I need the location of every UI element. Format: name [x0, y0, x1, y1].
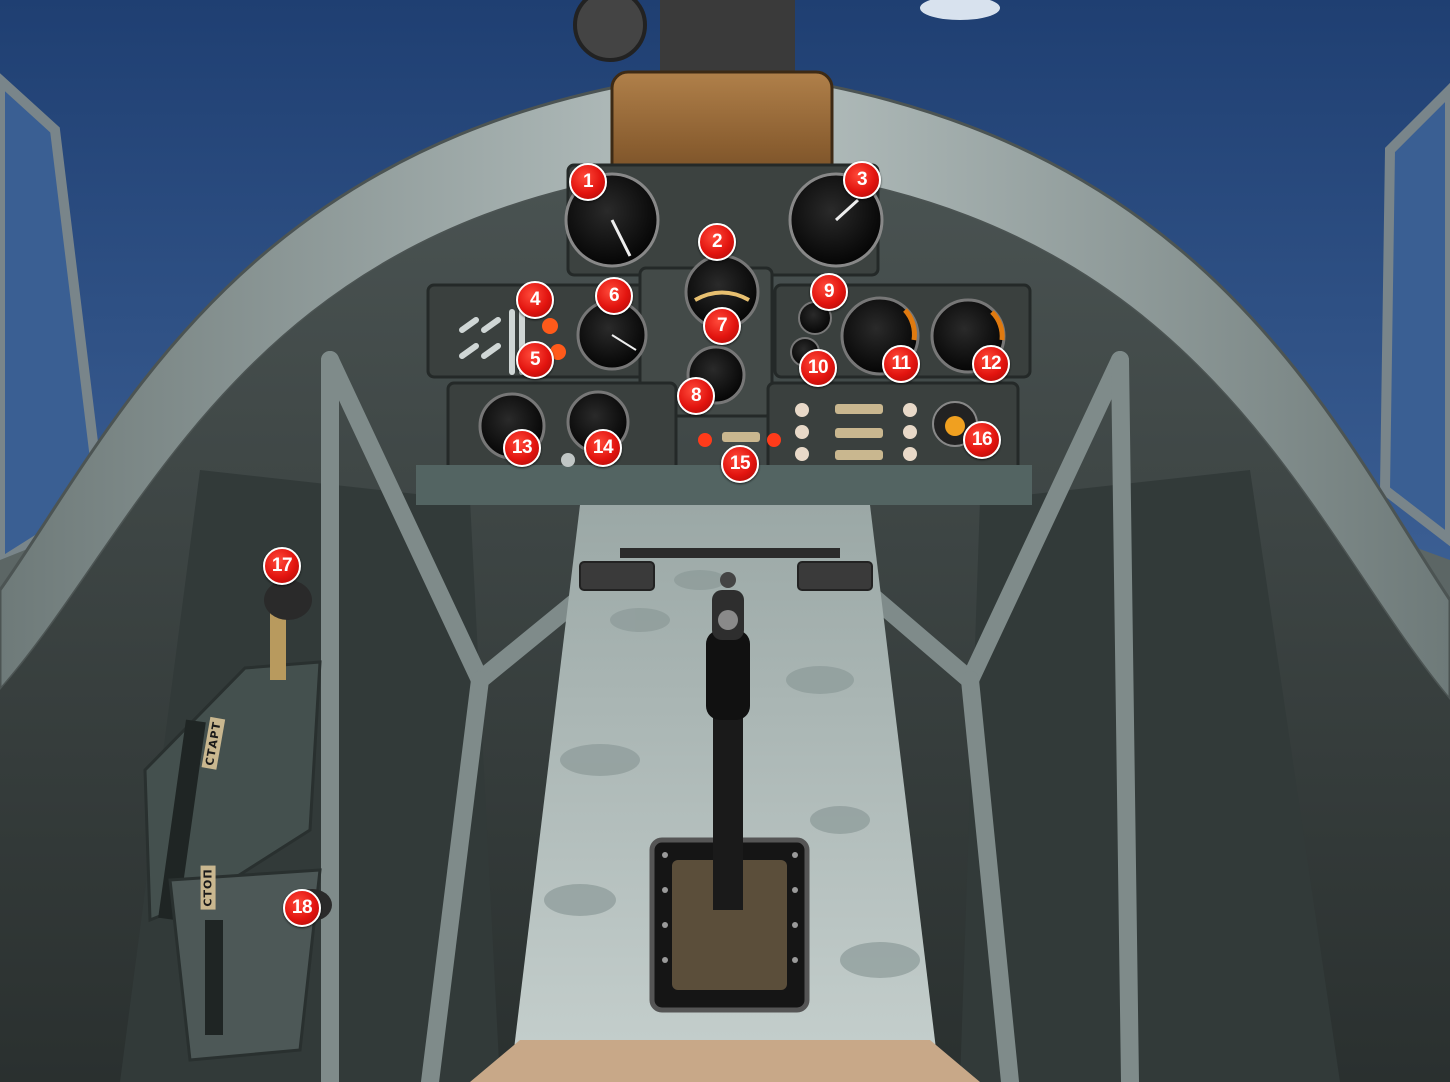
callout-8: 8	[677, 377, 715, 415]
callout-5: 5	[516, 341, 554, 379]
cockpit-scene: СТАРТ СТОП 1 2 3 4 5 6 7 8 9 10 11 12 13…	[0, 0, 1450, 1082]
cockpit-illustration	[0, 0, 1450, 1082]
callout-17: 17	[263, 547, 301, 585]
callout-12: 12	[972, 345, 1010, 383]
callout-11: 11	[882, 345, 920, 383]
callout-10: 10	[799, 349, 837, 387]
callout-2: 2	[698, 223, 736, 261]
callout-18: 18	[283, 889, 321, 927]
callout-16: 16	[963, 421, 1001, 459]
callout-3: 3	[843, 161, 881, 199]
callout-7: 7	[703, 307, 741, 345]
callout-6: 6	[595, 277, 633, 315]
callout-4: 4	[516, 281, 554, 319]
callout-15: 15	[721, 445, 759, 483]
callout-9: 9	[810, 273, 848, 311]
callout-14: 14	[584, 429, 622, 467]
callout-1: 1	[569, 163, 607, 201]
callout-13: 13	[503, 429, 541, 467]
stop-placard: СТОП	[200, 865, 216, 910]
